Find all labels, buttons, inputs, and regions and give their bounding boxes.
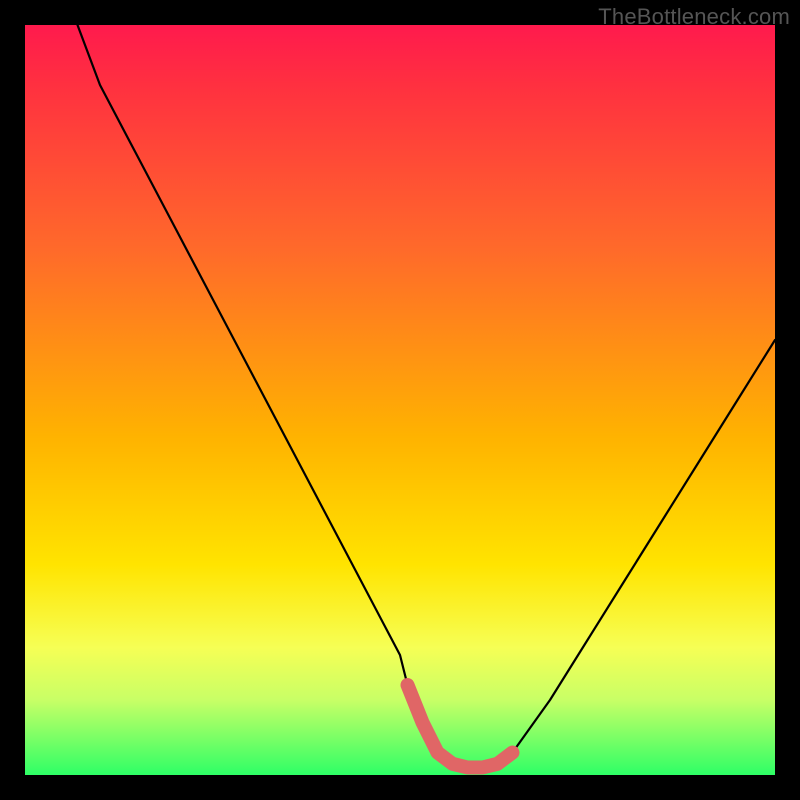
- bottleneck-curve: [78, 25, 776, 768]
- plot-area: [25, 25, 775, 775]
- chart-frame: TheBottleneck.com: [0, 0, 800, 800]
- curve-canvas: [25, 25, 775, 775]
- highlight-segment: [408, 685, 513, 768]
